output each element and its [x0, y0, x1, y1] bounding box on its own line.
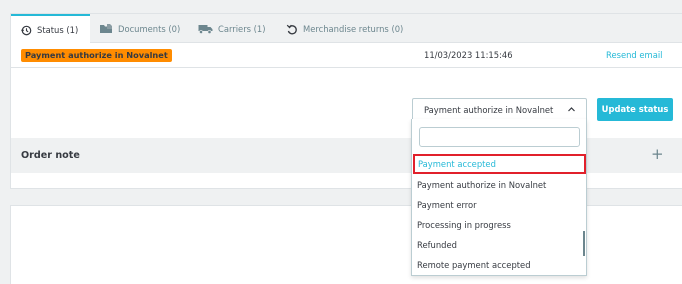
dropdown-option-processing-in-progress[interactable]: Processing in progress	[412, 215, 586, 235]
status-badge: Payment authorize in Novalnet	[21, 49, 172, 62]
tab-status[interactable]: Status (1)	[11, 14, 90, 44]
dropdown-option-payment-authorize-novalnet[interactable]: Payment authorize in Novalnet	[412, 175, 586, 195]
status-date: 11/03/2023 11:15:46	[424, 50, 513, 60]
dropdown-option-remote-payment-accepted[interactable]: Remote payment accepted	[412, 255, 586, 275]
tab-merchandise-returns-label: Merchandise returns (0)	[303, 23, 404, 34]
expand-icon[interactable]: +	[651, 145, 664, 163]
tab-carriers[interactable]: Carriers (1)	[198, 14, 266, 43]
dropdown-option-payment-accepted[interactable]: Payment accepted	[413, 154, 586, 174]
tab-bar: Status (1) Documents (0) Carriers (1) Me…	[11, 14, 682, 44]
undo-icon	[286, 23, 298, 35]
status-dropdown: Payment accepted Payment authorize in No…	[411, 119, 587, 276]
dropdown-scrollbar[interactable]	[583, 231, 585, 256]
chevron-up-icon	[567, 105, 576, 116]
tab-carriers-label: Carriers (1)	[218, 23, 266, 34]
tab-status-label: Status (1)	[37, 25, 79, 35]
order-status-select[interactable]: Payment authorize in Novalnet	[412, 98, 587, 121]
dropdown-search-input[interactable]	[419, 127, 580, 147]
tab-merchandise-returns[interactable]: Merchandise returns (0)	[286, 14, 403, 43]
truck-icon	[198, 23, 213, 34]
dropdown-option-payment-error[interactable]: Payment error	[412, 195, 586, 215]
order-note-title: Order note	[21, 150, 80, 161]
update-status-button[interactable]: Update status	[597, 98, 673, 121]
tab-documents[interactable]: Documents (0)	[99, 14, 180, 43]
history-icon	[21, 25, 32, 36]
order-status-select-value: Payment authorize in Novalnet	[424, 105, 554, 115]
dropdown-option-refunded[interactable]: Refunded	[412, 235, 586, 255]
tab-documents-label: Documents (0)	[118, 23, 181, 34]
status-history-row: Payment authorize in Novalnet 11/03/2023…	[11, 44, 682, 68]
resend-email-link[interactable]: Resend email	[606, 50, 663, 60]
document-icon	[99, 23, 113, 34]
